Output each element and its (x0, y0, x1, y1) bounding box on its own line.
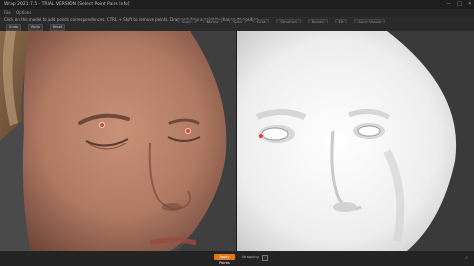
window-controls: — □ ✕ (446, 0, 472, 9)
toolbar: Undo Redo Reset (0, 23, 474, 31)
correspondence-point[interactable] (258, 133, 264, 139)
left-viewport-scan[interactable] (0, 31, 237, 251)
wrapping-checkbox[interactable] (262, 255, 268, 261)
scan-face-render (0, 31, 237, 251)
bottom-bar: Apply Points Wrapping ⌕ (0, 251, 474, 266)
window-title: Wrap 2021.7.5 - TRIAL VERSION [Select Po… (4, 2, 130, 7)
reset-button[interactable]: Reset (50, 24, 65, 31)
menu-options[interactable]: Options (16, 10, 31, 15)
apply-points-button[interactable]: Apply Points (214, 254, 235, 265)
correspondence-point[interactable] (185, 128, 191, 134)
redo-button[interactable]: Redo (28, 24, 43, 31)
menu-bar: File Options (0, 9, 474, 17)
maximize-button[interactable]: □ (457, 0, 462, 9)
basemesh-face-render (237, 31, 474, 251)
close-button[interactable]: ✕ (468, 0, 472, 9)
right-viewport-basemesh[interactable] (237, 31, 474, 251)
search-icon[interactable]: ⌕ (465, 255, 468, 261)
minimize-button[interactable]: — (446, 0, 451, 9)
menu-file[interactable]: File (4, 10, 11, 15)
wrapping-label: Wrapping (242, 255, 259, 259)
title-bar: Wrap 2021.7.5 - TRIAL VERSION [Select Po… (0, 0, 474, 9)
correspondence-point[interactable] (99, 122, 105, 128)
undo-button[interactable]: Undo (6, 24, 21, 31)
